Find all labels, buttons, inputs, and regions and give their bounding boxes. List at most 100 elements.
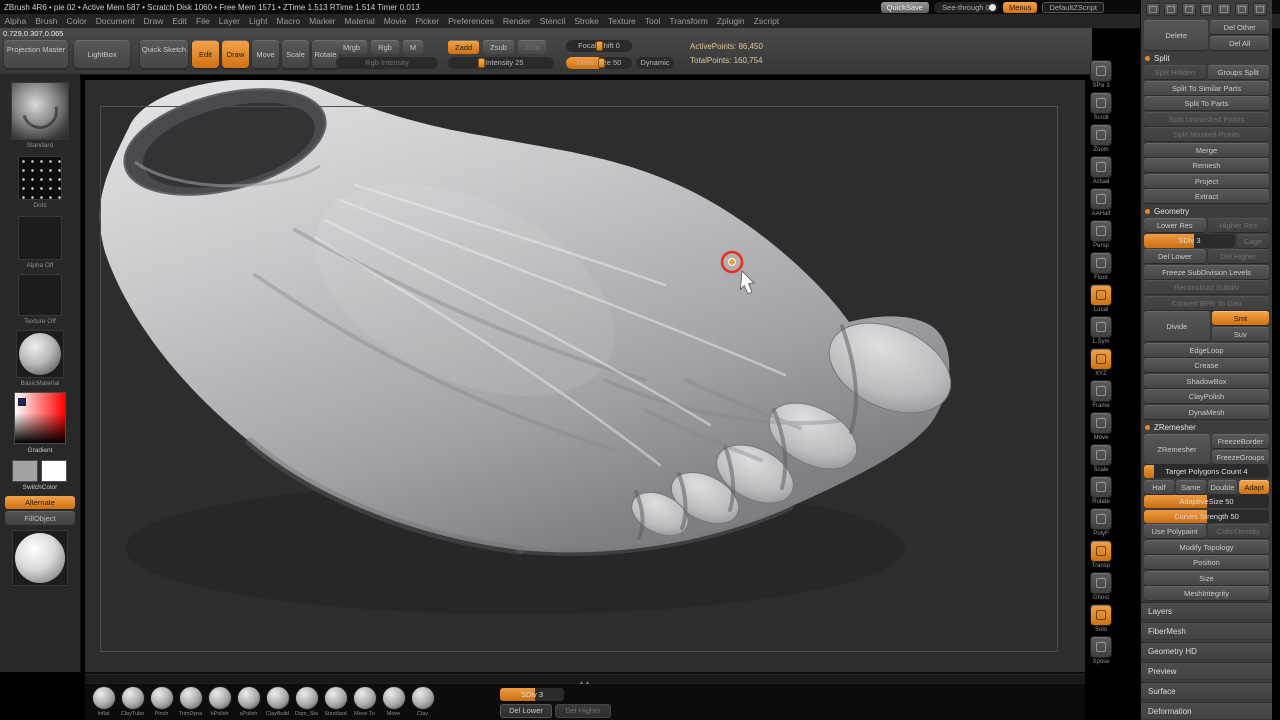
menu-movie[interactable]: Movie [379,16,411,26]
draw-mode-button[interactable]: Draw [222,40,249,68]
merge-button[interactable]: Merge [1144,142,1269,157]
claytube-brush-icon[interactable] [120,686,145,710]
timeline-track[interactable]: ▲▲ [85,674,1085,686]
quick-brush-inflat[interactable]: Inflat [89,686,118,717]
geometry-hd-subpalette[interactable]: Geometry HD [1141,642,1272,660]
convert-bpr-to-geo-button[interactable]: Convert BPR To Geo [1144,295,1269,310]
project-button[interactable]: Project [1144,173,1269,188]
del-lower-button[interactable]: Del Lower [1144,249,1206,263]
higher-res-button[interactable]: Higher Res [1207,218,1269,232]
move-mode-button[interactable]: Move [252,40,279,68]
ghost-icon[interactable] [1090,572,1112,594]
spix-3-icon[interactable] [1090,60,1112,82]
quick-brush-standard[interactable]: Standard [321,686,350,717]
clay-brush-icon[interactable] [410,686,435,710]
groups-split-button[interactable]: Groups Split [1207,65,1269,79]
strip-floor[interactable]: Floor [1090,252,1112,281]
menu-stencil[interactable]: Stencil [535,16,570,26]
viewport-canvas[interactable] [85,78,1085,672]
del-other-button[interactable]: Del Other [1210,20,1269,34]
quicksave-button[interactable]: QuickSave [880,1,929,13]
quick-brush-claybuild[interactable]: ClayBuild [263,686,292,717]
polyf-icon[interactable] [1090,508,1112,530]
bottom-sdiv-slider[interactable]: SDiv 3 [500,688,564,701]
split-to-parts-button[interactable]: Split To Parts [1144,96,1269,110]
strip-scroll[interactable]: Scroll [1090,92,1112,121]
pinch-brush-icon[interactable] [149,686,174,710]
strip-move[interactable]: Move [1090,412,1112,441]
adapt-button[interactable]: Adapt [1239,479,1269,494]
current-alpha-thumbnail[interactable] [18,216,62,260]
see-through-slider[interactable]: See-through 0 [933,1,998,13]
bottom-del-higher-button[interactable]: Del Higher [555,704,611,718]
color-picker[interactable] [14,392,66,444]
strip-polyf[interactable]: PolyF [1090,508,1112,537]
projection-master-button[interactable]: Projection Master [4,40,68,68]
scroll-icon[interactable] [1090,92,1112,114]
palette-shortcut-icon[interactable] [1199,3,1214,16]
zsub-button[interactable]: Zsub [483,40,514,54]
half-button[interactable]: Half [1144,479,1174,494]
palette-shortcut-icon[interactable] [1163,3,1178,16]
transp-icon[interactable] [1090,540,1112,562]
menu-picker[interactable]: Picker [411,16,444,26]
menu-transform[interactable]: Transform [665,16,712,26]
double-button[interactable]: Double [1207,479,1238,494]
menu-zplugin[interactable]: Zplugin [712,16,749,26]
suv-button[interactable]: Suv [1211,327,1269,341]
floor-icon[interactable] [1090,252,1112,274]
same-button[interactable]: Same [1175,479,1206,494]
zadd-button[interactable]: Zadd [448,40,480,54]
move-brush-icon[interactable] [381,686,406,710]
dynamesh-button[interactable]: DynaMesh [1144,404,1269,419]
quick-brush-move-to[interactable]: Move To [350,686,379,717]
menu-file[interactable]: File [192,16,215,26]
current-tool-thumbnail[interactable] [12,530,68,586]
strip-actual[interactable]: Actual [1090,156,1112,185]
menu-render[interactable]: Render [498,16,535,26]
menu-stroke[interactable]: Stroke [570,16,604,26]
rgb-button[interactable]: Rgb [371,40,399,54]
menu-texture[interactable]: Texture [603,16,640,26]
dynamic-toggle[interactable]: Dynamic [636,57,674,69]
menu-brush[interactable]: Brush [31,16,62,26]
palette-shortcut-icon[interactable] [1181,3,1196,16]
current-stroke-thumbnail[interactable] [18,156,62,200]
palette-shortcut-icon[interactable] [1235,3,1250,16]
edgeloop-button[interactable]: EdgeLoop [1144,342,1269,357]
xpose-icon[interactable] [1090,636,1112,658]
local-icon[interactable] [1090,284,1112,306]
fibermesh-subpalette[interactable]: FiberMesh [1141,622,1272,640]
del-all-button[interactable]: Del All [1210,36,1269,50]
zremesher-button[interactable]: ZRemesher [1144,433,1210,464]
menu-light[interactable]: Light [245,16,272,26]
position-button[interactable]: Position [1144,555,1269,569]
strip-persp[interactable]: Persp [1090,220,1112,249]
freezeborder-button[interactable]: FreezeBorder [1211,433,1269,448]
del-higher-button[interactable]: Del Higher [1207,249,1269,263]
split-to-similar-parts-button[interactable]: Split To Similar Parts [1144,80,1269,95]
menu-layer[interactable]: Layer [214,16,244,26]
m-button[interactable]: M [402,40,424,54]
current-material-thumbnail[interactable] [16,330,64,378]
persp-icon[interactable] [1090,220,1112,242]
colordensity-button[interactable]: ColorDensity [1207,524,1269,538]
strip-local[interactable]: Local [1090,284,1112,313]
menu-edit[interactable]: Edit [168,16,192,26]
menu-preferences[interactable]: Preferences [444,16,499,26]
strip-spix-3[interactable]: SPix 3 [1090,60,1112,89]
menu-draw[interactable]: Draw [139,16,168,26]
palette-shortcut-icon[interactable] [1217,3,1232,16]
z-intensity-slider[interactable]: Z Intensity 25 [448,57,554,69]
strip-aahalf[interactable]: AAHalf [1090,188,1112,217]
surface-subpalette[interactable]: Surface [1141,682,1272,700]
standard-brush-icon[interactable] [323,686,348,710]
current-texture-thumbnail[interactable] [18,274,62,316]
fill-object-button[interactable]: FillObject [5,511,75,525]
edit-mode-button[interactable]: Edit [192,40,219,68]
default-zscript-button[interactable]: DefaultZScript [1042,1,1104,13]
aahalf-icon[interactable] [1090,188,1112,210]
use-polypaint-button[interactable]: Use Polypaint [1144,524,1206,538]
claybuild-brush-icon[interactable] [265,686,290,710]
dam-sta-brush-icon[interactable] [294,686,319,710]
